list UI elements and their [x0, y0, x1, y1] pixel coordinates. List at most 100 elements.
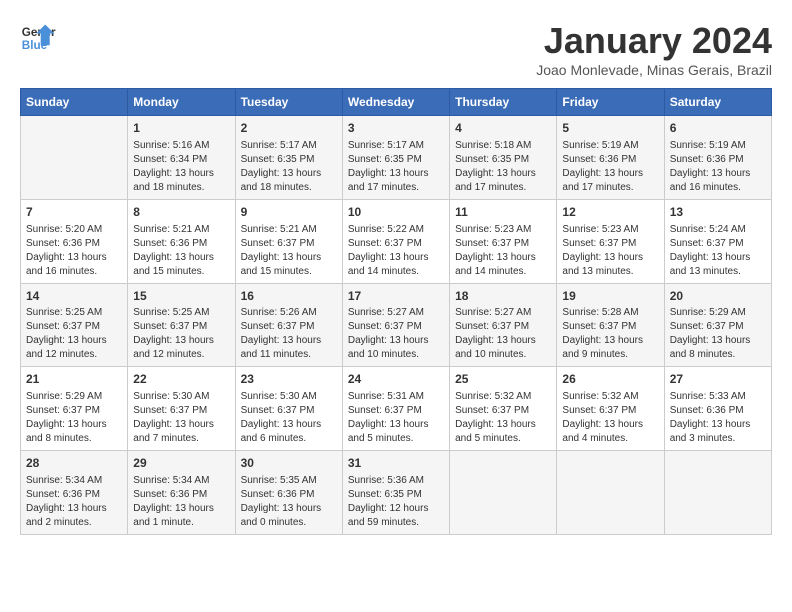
day-number: 17	[348, 288, 444, 305]
calendar-cell: 30 Sunrise: 5:35 AMSunset: 6:36 PMDayligh…	[235, 451, 342, 535]
calendar-cell: 25 Sunrise: 5:32 AMSunset: 6:37 PMDayligh…	[450, 367, 557, 451]
weekday-header-friday: Friday	[557, 89, 664, 116]
calendar-cell	[557, 451, 664, 535]
calendar-cell: 4 Sunrise: 5:18 AMSunset: 6:35 PMDaylight…	[450, 116, 557, 200]
calendar-cell	[664, 451, 771, 535]
day-number: 10	[348, 204, 444, 221]
calendar-cell: 10 Sunrise: 5:22 AMSunset: 6:37 PMDayligh…	[342, 199, 449, 283]
calendar-cell	[450, 451, 557, 535]
calendar-cell: 9 Sunrise: 5:21 AMSunset: 6:37 PMDaylight…	[235, 199, 342, 283]
day-number: 21	[26, 371, 122, 388]
day-content: Sunrise: 5:22 AMSunset: 6:37 PMDaylight:…	[348, 223, 444, 279]
day-number: 14	[26, 288, 122, 305]
day-number: 6	[670, 120, 766, 137]
calendar-cell: 21 Sunrise: 5:29 AMSunset: 6:37 PMDayligh…	[21, 367, 128, 451]
day-number: 5	[562, 120, 658, 137]
day-content: Sunrise: 5:20 AMSunset: 6:36 PMDaylight:…	[26, 223, 122, 279]
day-number: 3	[348, 120, 444, 137]
calendar-cell: 16Sunrise: 5:26 AMSunset: 6:37 PMDayligh…	[235, 283, 342, 367]
day-content: Sunrise: 5:16 AMSunset: 6:34 PMDaylight:…	[133, 139, 229, 195]
day-content: Sunrise: 5:21 AMSunset: 6:36 PMDaylight:…	[133, 223, 229, 279]
day-number: 4	[455, 120, 551, 137]
calendar-cell: 20Sunrise: 5:29 AMSunset: 6:37 PMDayligh…	[664, 283, 771, 367]
calendar-cell: 14Sunrise: 5:25 AMSunset: 6:37 PMDayligh…	[21, 283, 128, 367]
weekday-header-sunday: Sunday	[21, 89, 128, 116]
day-number: 23	[241, 371, 337, 388]
day-content: Sunrise: 5:27 AMSunset: 6:37 PMDaylight:…	[348, 306, 444, 362]
day-content: Sunrise: 5:28 AMSunset: 6:37 PMDaylight:…	[562, 306, 658, 362]
day-number: 2	[241, 120, 337, 137]
logo: General Blue	[20, 20, 56, 56]
day-number: 22	[133, 371, 229, 388]
calendar-cell: 6 Sunrise: 5:19 AMSunset: 6:36 PMDaylight…	[664, 116, 771, 200]
calendar-cell: 15Sunrise: 5:25 AMSunset: 6:37 PMDayligh…	[128, 283, 235, 367]
day-content: Sunrise: 5:27 AMSunset: 6:37 PMDaylight:…	[455, 306, 551, 362]
day-content: Sunrise: 5:34 AMSunset: 6:36 PMDaylight:…	[26, 474, 122, 530]
day-number: 1	[133, 120, 229, 137]
day-content: Sunrise: 5:30 AMSunset: 6:37 PMDaylight:…	[241, 390, 337, 446]
calendar-cell: 19Sunrise: 5:28 AMSunset: 6:37 PMDayligh…	[557, 283, 664, 367]
day-number: 24	[348, 371, 444, 388]
day-content: Sunrise: 5:29 AMSunset: 6:37 PMDaylight:…	[26, 390, 122, 446]
calendar-cell	[21, 116, 128, 200]
day-number: 16	[241, 288, 337, 305]
day-number: 11	[455, 204, 551, 221]
day-content: Sunrise: 5:26 AMSunset: 6:37 PMDaylight:…	[241, 306, 337, 362]
day-content: Sunrise: 5:36 AMSunset: 6:35 PMDaylight:…	[348, 474, 444, 530]
calendar-cell: 26 Sunrise: 5:32 AMSunset: 6:37 PMDayligh…	[557, 367, 664, 451]
calendar-cell: 7 Sunrise: 5:20 AMSunset: 6:36 PMDaylight…	[21, 199, 128, 283]
day-number: 12	[562, 204, 658, 221]
day-content: Sunrise: 5:19 AMSunset: 6:36 PMDaylight:…	[670, 139, 766, 195]
calendar-cell: 27 Sunrise: 5:33 AMSunset: 6:36 PMDayligh…	[664, 367, 771, 451]
calendar-cell: 23 Sunrise: 5:30 AMSunset: 6:37 PMDayligh…	[235, 367, 342, 451]
calendar-cell: 31 Sunrise: 5:36 AMSunset: 6:35 PMDayligh…	[342, 451, 449, 535]
calendar-cell: 24 Sunrise: 5:31 AMSunset: 6:37 PMDayligh…	[342, 367, 449, 451]
day-content: Sunrise: 5:31 AMSunset: 6:37 PMDaylight:…	[348, 390, 444, 446]
calendar-cell: 8 Sunrise: 5:21 AMSunset: 6:36 PMDaylight…	[128, 199, 235, 283]
day-number: 18	[455, 288, 551, 305]
calendar-cell: 17Sunrise: 5:27 AMSunset: 6:37 PMDayligh…	[342, 283, 449, 367]
day-content: Sunrise: 5:18 AMSunset: 6:35 PMDaylight:…	[455, 139, 551, 195]
calendar-cell: 13 Sunrise: 5:24 AMSunset: 6:37 PMDayligh…	[664, 199, 771, 283]
calendar-cell: 11Sunrise: 5:23 AMSunset: 6:37 PMDayligh…	[450, 199, 557, 283]
calendar-cell: 1 Sunrise: 5:16 AMSunset: 6:34 PMDaylight…	[128, 116, 235, 200]
calendar-cell: 3 Sunrise: 5:17 AMSunset: 6:35 PMDaylight…	[342, 116, 449, 200]
day-content: Sunrise: 5:32 AMSunset: 6:37 PMDaylight:…	[562, 390, 658, 446]
day-content: Sunrise: 5:35 AMSunset: 6:36 PMDaylight:…	[241, 474, 337, 530]
day-content: Sunrise: 5:21 AMSunset: 6:37 PMDaylight:…	[241, 223, 337, 279]
weekday-header-wednesday: Wednesday	[342, 89, 449, 116]
day-content: Sunrise: 5:24 AMSunset: 6:37 PMDaylight:…	[670, 223, 766, 279]
day-number: 27	[670, 371, 766, 388]
day-number: 7	[26, 204, 122, 221]
calendar-cell: 18Sunrise: 5:27 AMSunset: 6:37 PMDayligh…	[450, 283, 557, 367]
weekday-header-thursday: Thursday	[450, 89, 557, 116]
day-number: 30	[241, 455, 337, 472]
day-number: 15	[133, 288, 229, 305]
day-content: Sunrise: 5:25 AMSunset: 6:37 PMDaylight:…	[26, 306, 122, 362]
day-number: 8	[133, 204, 229, 221]
day-number: 13	[670, 204, 766, 221]
day-number: 19	[562, 288, 658, 305]
day-content: Sunrise: 5:23 AMSunset: 6:37 PMDaylight:…	[562, 223, 658, 279]
location-subtitle: Joao Monlevade, Minas Gerais, Brazil	[536, 62, 772, 78]
calendar-cell: 5Sunrise: 5:19 AMSunset: 6:36 PMDaylight…	[557, 116, 664, 200]
day-number: 29	[133, 455, 229, 472]
day-number: 28	[26, 455, 122, 472]
day-number: 25	[455, 371, 551, 388]
day-content: Sunrise: 5:25 AMSunset: 6:37 PMDaylight:…	[133, 306, 229, 362]
day-number: 26	[562, 371, 658, 388]
weekday-header-saturday: Saturday	[664, 89, 771, 116]
weekday-header-monday: Monday	[128, 89, 235, 116]
weekday-header-tuesday: Tuesday	[235, 89, 342, 116]
day-number: 31	[348, 455, 444, 472]
day-number: 20	[670, 288, 766, 305]
calendar-table: SundayMondayTuesdayWednesdayThursdayFrid…	[20, 88, 772, 535]
day-content: Sunrise: 5:30 AMSunset: 6:37 PMDaylight:…	[133, 390, 229, 446]
day-number: 9	[241, 204, 337, 221]
month-title: January 2024	[536, 20, 772, 62]
day-content: Sunrise: 5:32 AMSunset: 6:37 PMDaylight:…	[455, 390, 551, 446]
day-content: Sunrise: 5:17 AMSunset: 6:35 PMDaylight:…	[348, 139, 444, 195]
day-content: Sunrise: 5:34 AMSunset: 6:36 PMDaylight:…	[133, 474, 229, 530]
calendar-cell: 29 Sunrise: 5:34 AMSunset: 6:36 PMDayligh…	[128, 451, 235, 535]
day-content: Sunrise: 5:33 AMSunset: 6:36 PMDaylight:…	[670, 390, 766, 446]
